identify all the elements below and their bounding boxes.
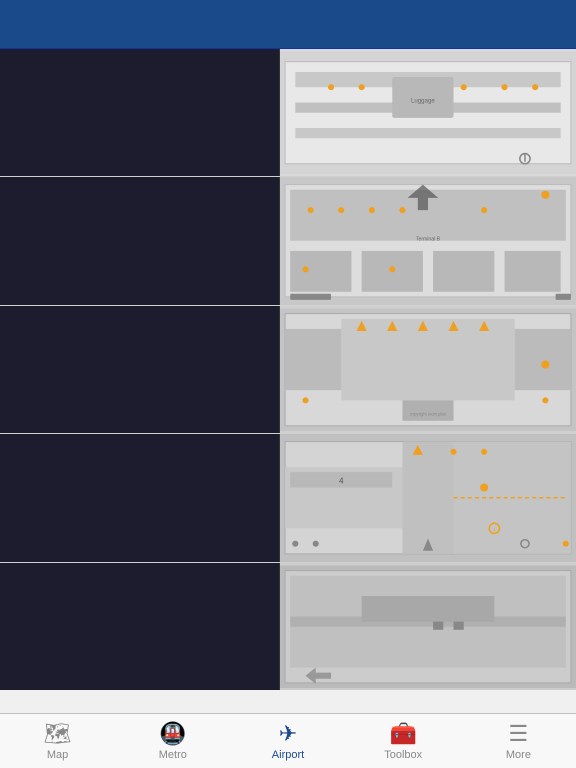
tab-map-label: Map [47, 749, 68, 761]
terminal-row[interactable]: Luggage [0, 49, 576, 177]
row-text-5 [0, 563, 280, 690]
tab-airport-icon: ✈ [279, 721, 297, 747]
tab-metro-icon: 🚇 [159, 721, 186, 747]
tab-more-icon: ☰ [509, 721, 529, 747]
page-header [0, 28, 576, 49]
tab-airport[interactable]: ✈ Airport [230, 714, 345, 768]
tab-metro[interactable]: 🚇 Metro [115, 714, 230, 768]
tab-airport-label: Airport [272, 749, 304, 761]
tab-toolbox-icon: 🧰 [390, 721, 417, 747]
terminal-list: Luggage [0, 49, 576, 690]
terminal-row[interactable]: Terminal B [0, 177, 576, 305]
svg-text:4: 4 [339, 477, 344, 486]
terminal-row[interactable]: 4 i [0, 434, 576, 562]
svg-text:copyright room plan: copyright room plan [410, 412, 446, 417]
svg-text:Luggage: Luggage [411, 98, 435, 105]
tab-more[interactable]: ☰ More [461, 714, 576, 768]
tab-toolbox-label: Toolbox [384, 749, 422, 761]
tab-metro-label: Metro [159, 749, 187, 761]
row-map-3: copyright room plan [280, 306, 576, 433]
row-text-4 [0, 434, 280, 561]
tab-map-icon: 🗺 [44, 721, 72, 747]
terminal-row[interactable]: copyright room plan [0, 306, 576, 434]
row-text-3 [0, 306, 280, 433]
tab-toolbox[interactable]: 🧰 Toolbox [346, 714, 461, 768]
row-map-1: Luggage [280, 49, 576, 176]
status-bar [0, 0, 576, 28]
row-text-2 [0, 177, 280, 304]
tab-map[interactable]: 🗺 Map [0, 714, 115, 768]
svg-text:i: i [494, 527, 495, 534]
row-text-1 [0, 49, 280, 176]
row-map-4: 4 i [280, 434, 576, 561]
tab-bar: 🗺 Map 🚇 Metro ✈ Airport 🧰 Toolbox ☰ More [0, 713, 576, 768]
row-map-2: Terminal B [280, 177, 576, 304]
tab-more-label: More [506, 749, 531, 761]
row-map-5 [280, 563, 576, 690]
svg-text:Terminal B: Terminal B [416, 237, 441, 243]
terminal-row[interactable] [0, 563, 576, 690]
